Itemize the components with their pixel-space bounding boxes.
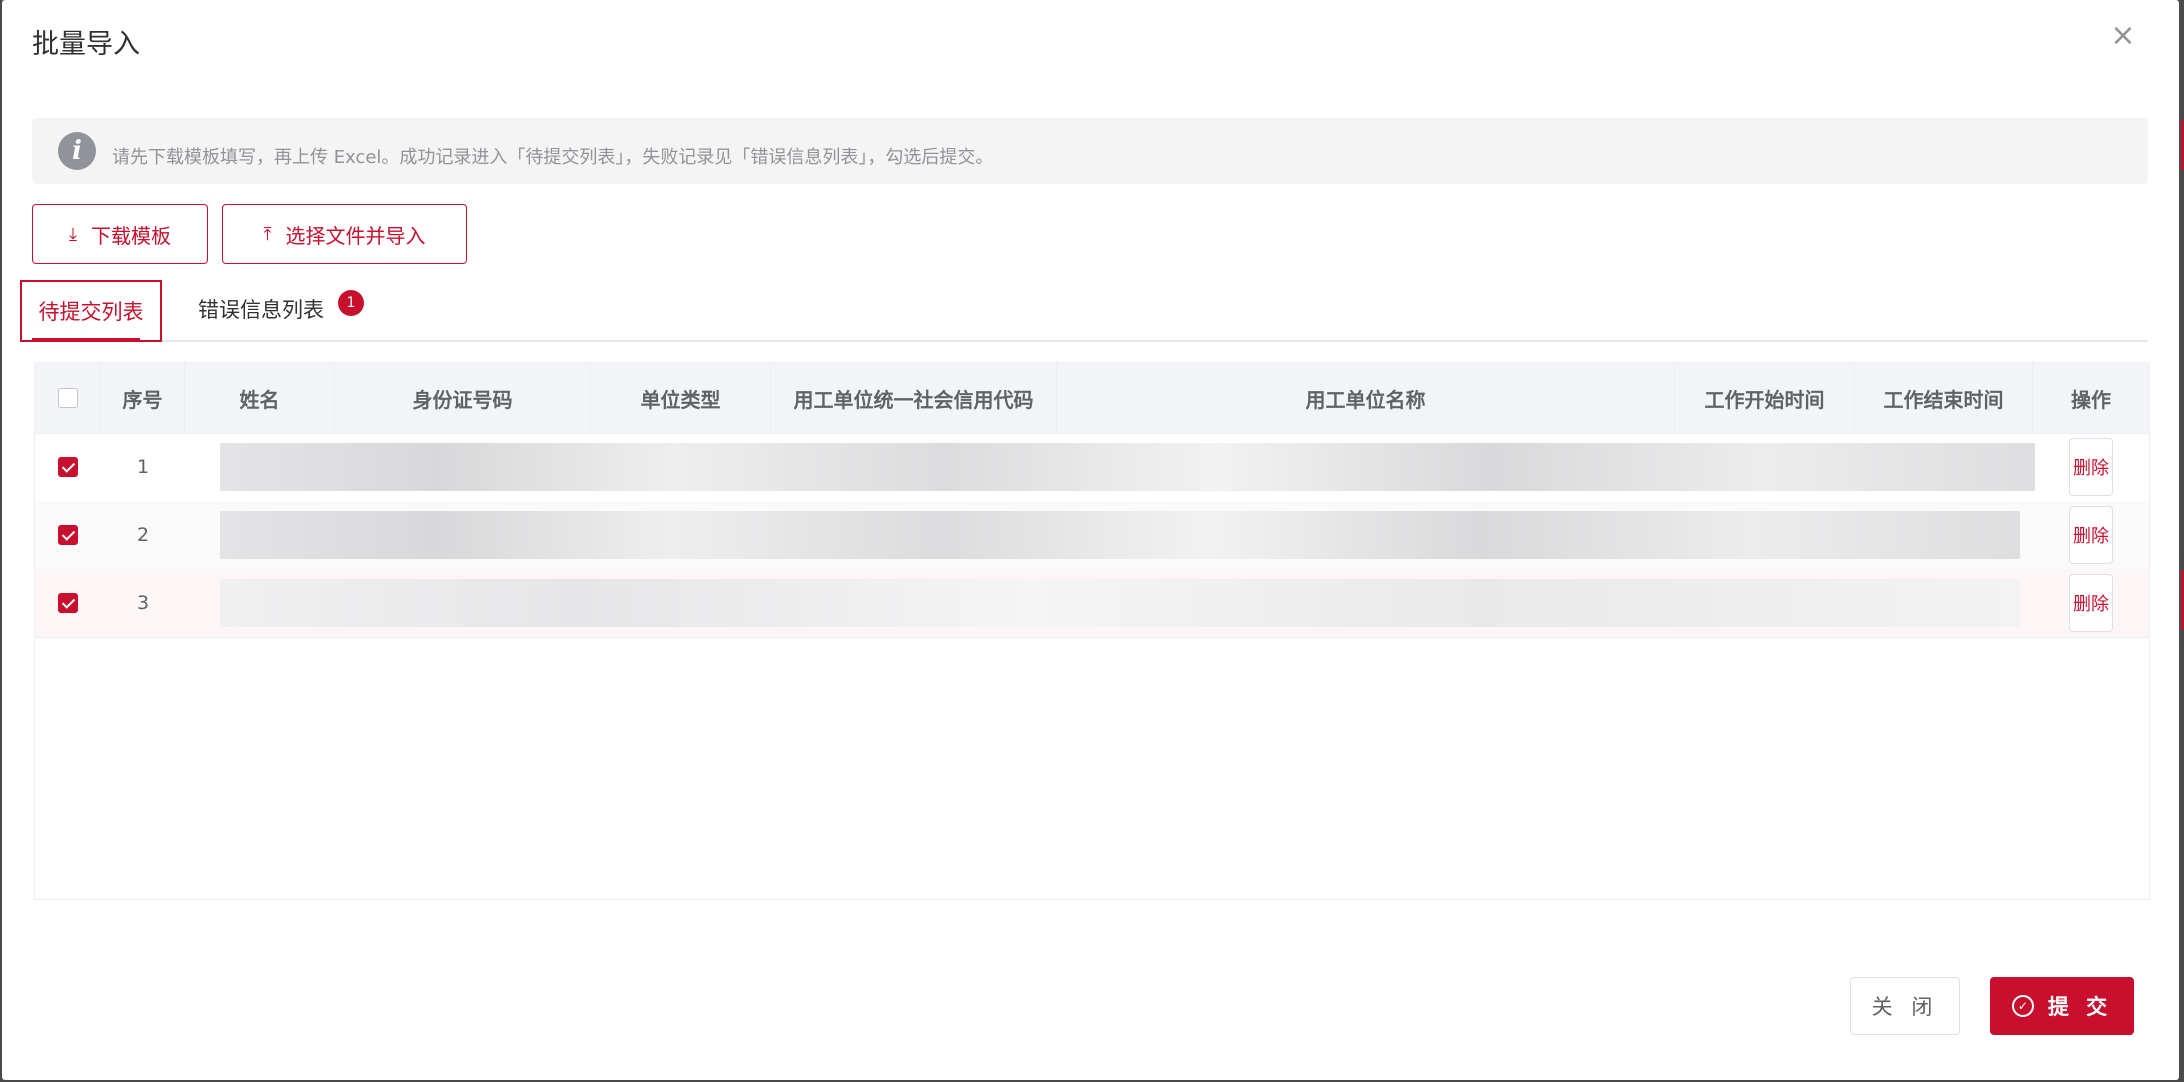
dialog-title: 批量导入 — [32, 29, 140, 60]
row-action-cell: 删除 — [2033, 433, 2149, 501]
tab-error-info[interactable]: 错误信息列表 — [198, 280, 324, 340]
column-header-credit-code: 用工单位统一社会信用代码 — [771, 363, 1057, 433]
tabs-bar: 待提交列表 错误信息列表 1 — [20, 280, 2148, 342]
column-header-index: 序号 — [101, 363, 185, 433]
row-index: 1 — [136, 456, 150, 478]
redacted-row-data — [220, 443, 2035, 491]
submit-button[interactable]: ✓ 提 交 — [1990, 977, 2134, 1035]
column-header-name: 姓名 — [185, 363, 335, 433]
delete-row-button[interactable]: 删除 — [2069, 506, 2113, 564]
batch-import-dialog: 批量导入 × i 请先下载模板填写，再上传 Excel。成功记录进入「待提交列表… — [2, 0, 2179, 1080]
row-select-cell — [35, 433, 101, 501]
row-index: 2 — [136, 524, 150, 546]
column-header-unit-type: 单位类型 — [591, 363, 771, 433]
column-header-end-time: 工作结束时间 — [1855, 363, 2033, 433]
table-row: 1 删除 — [35, 433, 2149, 502]
error-count-badge: 1 — [338, 290, 364, 316]
row-checkbox[interactable] — [58, 525, 78, 545]
select-file-import-button[interactable]: ⤒ 选择文件并导入 — [222, 204, 467, 264]
download-icon: ⤓ — [69, 223, 77, 245]
pending-submit-table: 序号 姓名 身份证号码 单位类型 用工单位统一社会信用代码 用工单位名称 工作开… — [34, 362, 2150, 900]
info-icon: i — [58, 132, 96, 170]
column-header-employer-name: 用工单位名称 — [1057, 363, 1675, 433]
row-select-cell — [35, 569, 101, 637]
column-header-actions: 操作 — [2071, 387, 2111, 412]
download-template-button[interactable]: ⤓ 下载模板 — [32, 204, 208, 264]
submit-label: 提 交 — [2047, 995, 2113, 1019]
table-row: 2 删除 — [35, 501, 2149, 570]
redacted-row-data — [220, 579, 2020, 627]
upload-icon: ⤒ — [263, 223, 272, 245]
tab-error-info-label: 错误信息列表 — [198, 298, 324, 322]
close-button[interactable]: 关 闭 — [1850, 977, 1960, 1035]
column-header-id-number: 身份证号码 — [335, 363, 591, 433]
row-checkbox[interactable] — [58, 593, 78, 613]
row-select-cell — [35, 501, 101, 569]
select-all-cell — [35, 363, 101, 433]
column-header-start-time: 工作开始时间 — [1675, 363, 1855, 433]
check-circle-icon: ✓ — [2011, 995, 2034, 1017]
delete-row-button[interactable]: 删除 — [2069, 438, 2113, 496]
row-action-cell: 删除 — [2033, 501, 2149, 569]
table-header: 序号 姓名 身份证号码 单位类型 用工单位统一社会信用代码 用工单位名称 工作开… — [35, 363, 2149, 434]
row-index: 3 — [136, 592, 150, 614]
delete-row-button[interactable]: 删除 — [2069, 574, 2113, 632]
row-checkbox[interactable] — [58, 457, 78, 477]
select-file-import-label: 选择文件并导入 — [285, 223, 426, 248]
select-all-checkbox[interactable] — [57, 388, 78, 408]
active-tab-underline — [32, 338, 140, 342]
row-action-cell: 删除 — [2033, 569, 2149, 637]
info-alert: i 请先下载模板填写，再上传 Excel。成功记录进入「待提交列表」，失败记录见… — [32, 118, 2148, 184]
alert-text: 请先下载模板填写，再上传 Excel。成功记录进入「待提交列表」，失败记录见「错… — [112, 147, 994, 168]
download-template-label: 下载模板 — [90, 223, 171, 248]
tab-pending-submit-label: 待提交列表 — [38, 300, 144, 324]
table-row: 3 删除 — [35, 569, 2149, 638]
redacted-row-data — [220, 511, 2020, 559]
close-icon[interactable]: × — [2109, 21, 2137, 51]
tab-pending-submit[interactable]: 待提交列表 — [20, 280, 162, 342]
